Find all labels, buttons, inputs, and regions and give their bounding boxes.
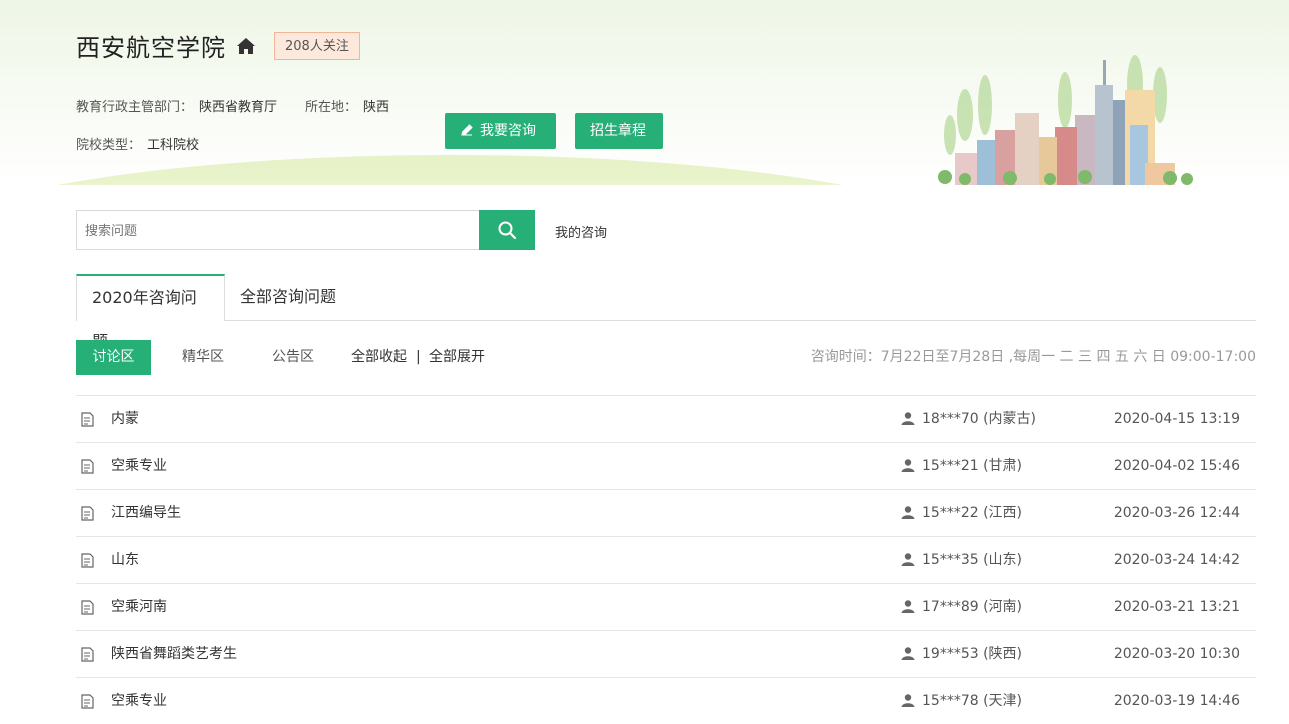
- question-user: 17***89 (河南): [901, 584, 1022, 630]
- pencil-icon: [461, 124, 473, 136]
- expand-all-link[interactable]: 全部展开: [429, 340, 485, 375]
- document-icon: [81, 553, 94, 568]
- school-name: 西安航空学院: [76, 34, 226, 62]
- question-user-text: 17***89 (河南): [922, 599, 1023, 615]
- question-title[interactable]: 空乘专业: [111, 443, 167, 489]
- document-icon: [81, 600, 94, 615]
- area-subnav: 讨论区 精华区 公告区 全部收起 | 全部展开 咨询时间：7月22日至7月28日…: [76, 340, 1256, 376]
- question-user-text: 15***22 (江西): [922, 505, 1023, 521]
- charter-button-label: 招生章程: [590, 123, 646, 139]
- question-date: 2020-03-21 13:21: [1113, 599, 1240, 615]
- type-label: 院校类型：: [76, 138, 142, 153]
- my-consult-link[interactable]: 我的咨询: [555, 222, 607, 241]
- consult-button-label: 我要咨询: [480, 123, 536, 139]
- home-icon[interactable]: [236, 37, 256, 55]
- question-date: 2020-03-20 10:30: [1113, 646, 1240, 662]
- featured-area-tab[interactable]: 精华区: [182, 340, 224, 375]
- school-info-row-1: 教育行政主管部门： 陕西省教育厅 所在地： 陕西: [76, 96, 389, 115]
- list-item[interactable]: 陕西省舞蹈类艺考生 19***53 (陕西) 2020-03-20 10:30: [76, 630, 1256, 677]
- question-user-text: 15***21 (甘肃): [922, 458, 1023, 474]
- search-bar: [76, 210, 535, 250]
- banner-hill: [0, 155, 1000, 185]
- discussion-area-tab[interactable]: 讨论区: [76, 340, 151, 375]
- follow-count-badge: 208人关注: [274, 31, 360, 60]
- document-icon: [81, 694, 94, 709]
- search-input[interactable]: [76, 210, 479, 250]
- list-item[interactable]: 山东 15***35 (山东) 2020-03-24 14:42: [76, 536, 1256, 583]
- document-icon: [81, 647, 94, 662]
- question-user: 19***53 (陕西): [901, 631, 1022, 677]
- question-user: 18***70 (内蒙古): [901, 396, 1036, 442]
- list-item[interactable]: 空乘专业 15***21 (甘肃) 2020-04-02 15:46: [76, 442, 1256, 489]
- question-title[interactable]: 空乘河南: [111, 584, 167, 630]
- document-icon: [81, 459, 94, 474]
- type-value: 工科院校: [147, 138, 200, 153]
- question-user: 15***78 (天津): [901, 678, 1022, 724]
- list-item[interactable]: 江西编导生 15***22 (江西) 2020-03-26 12:44: [76, 489, 1256, 536]
- question-user-text: 19***53 (陕西): [922, 646, 1023, 662]
- user-icon: [901, 646, 915, 660]
- separator: |: [416, 349, 421, 365]
- question-title[interactable]: 陕西省舞蹈类艺考生: [111, 631, 237, 677]
- question-user: 15***22 (江西): [901, 490, 1022, 536]
- list-item[interactable]: 空乘专业 15***78 (天津) 2020-03-19 14:46: [76, 677, 1256, 724]
- location-label: 所在地：: [305, 100, 358, 115]
- question-user: 15***35 (山东): [901, 537, 1022, 583]
- question-date: 2020-03-19 14:46: [1113, 693, 1240, 709]
- document-icon: [81, 412, 94, 427]
- charter-button[interactable]: 招生章程: [575, 113, 663, 149]
- location-value: 陕西: [363, 100, 390, 115]
- collapse-all-link[interactable]: 全部收起: [351, 340, 407, 375]
- document-icon: [81, 506, 94, 521]
- question-tabs: 2020年咨询问题 全部咨询问题: [76, 274, 1256, 351]
- tab-all-questions[interactable]: 全部咨询问题: [225, 274, 351, 320]
- question-date: 2020-04-02 15:46: [1113, 458, 1240, 474]
- question-user: 15***21 (甘肃): [901, 443, 1022, 489]
- user-icon: [901, 458, 915, 472]
- list-item[interactable]: 内蒙 18***70 (内蒙古) 2020-04-15 13:19: [76, 395, 1256, 442]
- dept-label: 教育行政主管部门：: [76, 100, 194, 115]
- question-title[interactable]: 空乘专业: [111, 678, 167, 724]
- school-info-row-2: 院校类型： 工科院校: [76, 134, 199, 153]
- question-user-text: 15***35 (山东): [922, 552, 1023, 568]
- question-date: 2020-03-24 14:42: [1113, 552, 1240, 568]
- consult-button[interactable]: 我要咨询: [445, 113, 556, 149]
- question-title[interactable]: 内蒙: [111, 396, 139, 442]
- question-user-text: 15***78 (天津): [922, 693, 1023, 709]
- question-date: 2020-03-26 12:44: [1113, 505, 1240, 521]
- question-title[interactable]: 江西编导生: [111, 490, 181, 536]
- consult-time: 咨询时间：7月22日至7月28日 ,每周一 二 三 四 五 六 日 09:00-…: [810, 349, 1256, 365]
- announcement-area-tab[interactable]: 公告区: [272, 340, 314, 375]
- list-item[interactable]: 空乘河南 17***89 (河南) 2020-03-21 13:21: [76, 583, 1256, 630]
- user-icon: [901, 505, 915, 519]
- question-list: 内蒙 18***70 (内蒙古) 2020-04-15 13:19 空乘专业 1…: [76, 395, 1256, 724]
- dept-value: 陕西省教育厅: [199, 100, 278, 115]
- question-title[interactable]: 山东: [111, 537, 139, 583]
- search-button[interactable]: [479, 210, 535, 250]
- search-icon: [498, 221, 517, 240]
- city-illustration: [938, 55, 1193, 185]
- tab-2020-questions[interactable]: 2020年咨询问题: [76, 274, 225, 351]
- user-icon: [901, 552, 915, 566]
- user-icon: [901, 411, 915, 425]
- question-user-text: 18***70 (内蒙古): [922, 411, 1037, 427]
- user-icon: [901, 599, 915, 613]
- question-date: 2020-04-15 13:19: [1113, 411, 1240, 427]
- school-title-row: 西安航空学院 208人关注: [76, 28, 360, 63]
